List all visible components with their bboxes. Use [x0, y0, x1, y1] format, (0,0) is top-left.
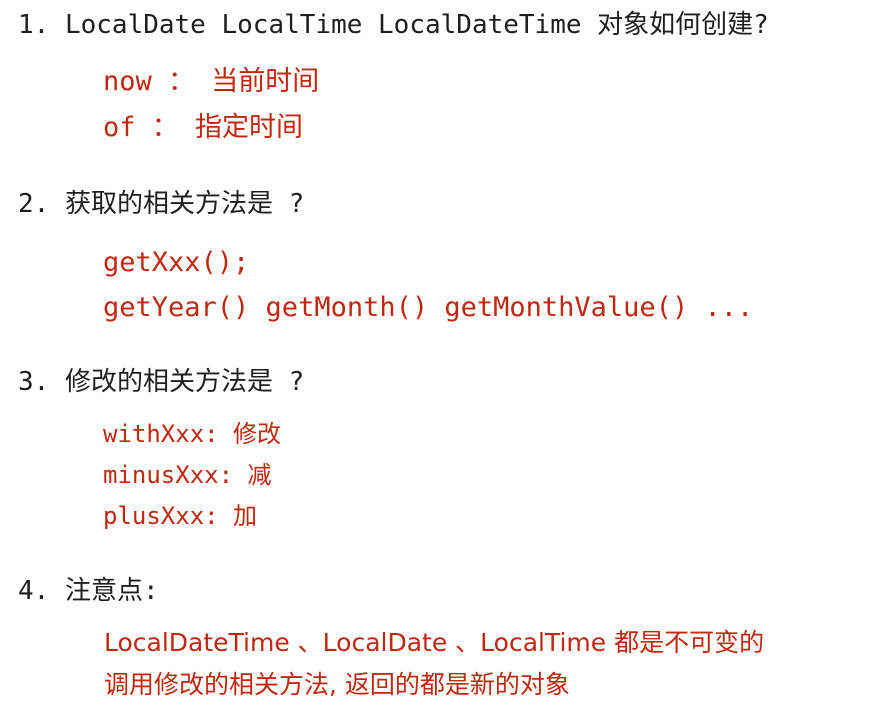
- section-1-line-of: of ： 指定时间: [103, 112, 304, 143]
- section-4-line-immutability: LocalDateTime 、LocalDate 、LocalTime 都是不可…: [104, 628, 765, 657]
- notes-page: 1. LocalDate LocalTime LocalDateTime 对象如…: [0, 0, 883, 713]
- section-2-line-getxxx: getXxx();: [103, 247, 250, 278]
- section-3-line-with: withXxx: 修改: [103, 420, 282, 448]
- section-1-heading: 1. LocalDate LocalTime LocalDateTime 对象如…: [18, 10, 769, 40]
- section-2-line-examples: getYear() getMonth() getMonthValue() ...: [103, 292, 754, 323]
- section-2-heading: 2. 获取的相关方法是 ?: [18, 189, 305, 219]
- section-3-heading: 3. 修改的相关方法是 ?: [18, 367, 305, 397]
- section-1-line-now: now ： 当前时间: [103, 66, 320, 97]
- section-4-heading: 4. 注意点:: [18, 576, 159, 606]
- section-3-line-plus: plusXxx: 加: [103, 502, 258, 530]
- section-4-line-new-object: 调用修改的相关方法, 返回的都是新的对象: [104, 670, 570, 699]
- section-3-line-minus: minusXxx: 减: [103, 461, 272, 489]
